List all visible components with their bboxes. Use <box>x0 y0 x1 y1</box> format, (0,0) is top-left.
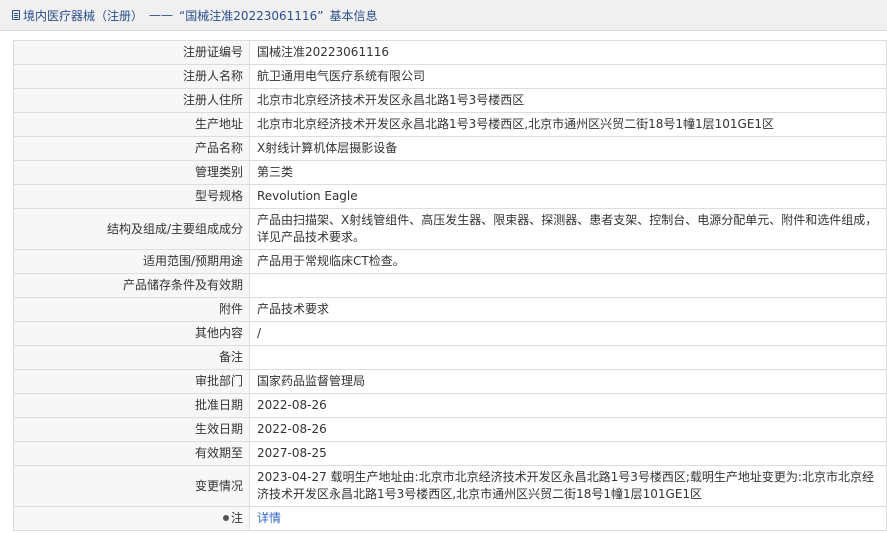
row-value: 北京市北京经济技术开发区永昌北路1号3号楼西区,北京市通州区兴贸二街18号1幢1… <box>249 112 887 137</box>
table-row: 附件 产品技术要求 <box>13 297 887 322</box>
row-value: 2022-08-26 <box>249 417 887 442</box>
table-row: 有效期至 2027-08-25 <box>13 441 887 466</box>
table-row: 型号规格 Revolution Eagle <box>13 184 887 209</box>
table-row: 生产地址 北京市北京经济技术开发区永昌北路1号3号楼西区,北京市通州区兴贸二街1… <box>13 112 887 137</box>
row-value: 国家药品监督管理局 <box>249 369 887 394</box>
row-label: 管理类别 <box>13 160 250 185</box>
row-label: 产品名称 <box>13 136 250 161</box>
row-value: 产品用于常规临床CT检查。 <box>249 249 887 274</box>
row-label: 变更情况 <box>13 465 250 507</box>
row-value: 航卫通用电气医疗系统有限公司 <box>249 64 887 89</box>
header-record: “国械注准20223061116” <box>179 8 324 23</box>
row-value: 国械注准20223061116 <box>249 40 887 65</box>
note-label-cell: 注 <box>13 506 250 531</box>
table-row: 管理类别 第三类 <box>13 160 887 185</box>
header-section: 境内医疗器械（注册） <box>23 8 144 23</box>
row-value: 2027-08-25 <box>249 441 887 466</box>
header-separator: —— <box>149 8 174 22</box>
row-label: 生效日期 <box>13 417 250 442</box>
row-label: 注册证编号 <box>13 40 250 65</box>
table-row: 生效日期 2022-08-26 <box>13 417 887 442</box>
table-row: 批准日期 2022-08-26 <box>13 393 887 418</box>
row-label: 备注 <box>13 345 250 370</box>
table-row: 适用范围/预期用途 产品用于常规临床CT检查。 <box>13 249 887 274</box>
table-row: 注册人住所 北京市北京经济技术开发区永昌北路1号3号楼西区 <box>13 88 887 113</box>
row-label: 审批部门 <box>13 369 250 394</box>
row-label: 注册人住所 <box>13 88 250 113</box>
row-value: / <box>249 321 887 346</box>
row-label: 注册人名称 <box>13 64 250 89</box>
details-link[interactable]: 详情 <box>257 511 281 525</box>
table-row: 结构及组成/主要组成成分 产品由扫描架、X射线管组件、高压发生器、限束器、探测器… <box>13 208 887 250</box>
row-value: 产品由扫描架、X射线管组件、高压发生器、限束器、探测器、患者支架、控制台、电源分… <box>249 208 887 250</box>
info-table: 注册证编号 国械注准20223061116 注册人名称 航卫通用电气医疗系统有限… <box>13 40 887 531</box>
row-label: 结构及组成/主要组成成分 <box>13 208 250 250</box>
row-value <box>249 273 887 298</box>
row-label: 有效期至 <box>13 441 250 466</box>
row-value: 2023-04-27 载明生产地址由:北京市北京经济技术开发区永昌北路1号3号楼… <box>249 465 887 507</box>
row-value <box>249 345 887 370</box>
row-label: 生产地址 <box>13 112 250 137</box>
table-row: 注册证编号 国械注准20223061116 <box>13 40 887 65</box>
table-row: 其他内容 / <box>13 321 887 346</box>
lightbulb-icon <box>222 514 229 521</box>
row-value: 产品技术要求 <box>249 297 887 322</box>
row-value: 北京市北京经济技术开发区永昌北路1号3号楼西区 <box>249 88 887 113</box>
row-value: Revolution Eagle <box>249 184 887 209</box>
row-label: 附件 <box>13 297 250 322</box>
table-row: 备注 <box>13 345 887 370</box>
row-label: 其他内容 <box>13 321 250 346</box>
table-row: 变更情况 2023-04-27 载明生产地址由:北京市北京经济技术开发区永昌北路… <box>13 465 887 507</box>
header-suffix: 基本信息 <box>329 8 378 23</box>
row-label: 产品储存条件及有效期 <box>13 273 250 298</box>
table-row: 产品名称 X射线计算机体层摄影设备 <box>13 136 887 161</box>
table-row: 产品储存条件及有效期 <box>13 273 887 298</box>
row-value: 2022-08-26 <box>249 393 887 418</box>
table-row: 审批部门 国家药品监督管理局 <box>13 369 887 394</box>
row-label: 型号规格 <box>13 184 250 209</box>
row-value: X射线计算机体层摄影设备 <box>249 136 887 161</box>
note-label: 注 <box>230 511 243 525</box>
row-label: 批准日期 <box>13 393 250 418</box>
note-value-cell: 详情 <box>249 506 887 531</box>
row-label: 适用范围/预期用途 <box>13 249 250 274</box>
page-header: 境内医疗器械（注册） —— “国械注准20223061116” 基本信息 <box>0 0 887 31</box>
row-value: 第三类 <box>249 160 887 185</box>
document-icon <box>12 10 20 20</box>
note-row: 注 详情 <box>13 506 887 531</box>
table-row: 注册人名称 航卫通用电气医疗系统有限公司 <box>13 64 887 89</box>
info-table-container: 注册证编号 国械注准20223061116 注册人名称 航卫通用电气医疗系统有限… <box>13 40 887 531</box>
